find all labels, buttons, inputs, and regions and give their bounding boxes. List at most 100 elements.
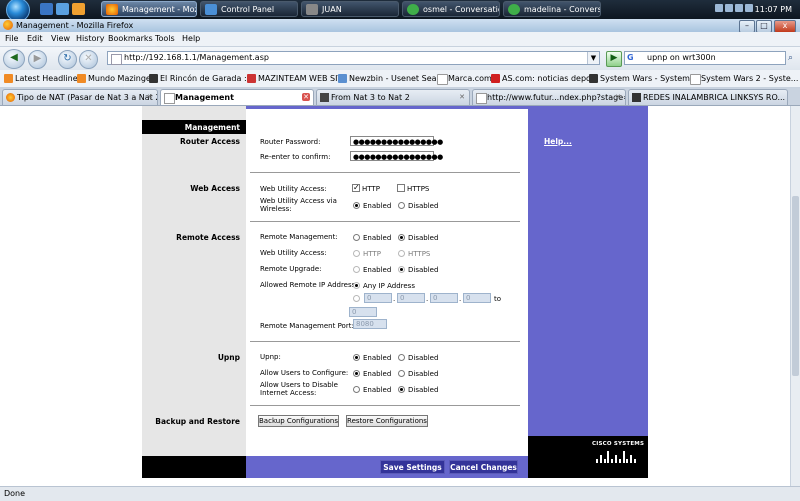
taskbar-button-control-panel[interactable]: Control Panel: [200, 1, 298, 17]
backup-configurations-button[interactable]: Backup Configurations: [258, 415, 339, 427]
remote-port-field[interactable]: 8080: [353, 319, 387, 329]
tab-redes-inalambrica[interactable]: REDES INALAMBRICA LINKSYS RO...: [628, 89, 788, 105]
to-label: to: [494, 295, 502, 303]
https-checkbox[interactable]: [397, 184, 405, 192]
bookmark-as[interactable]: AS.com: noticias depo...: [490, 70, 600, 87]
switch-windows-icon[interactable]: [56, 3, 69, 15]
page-content: Management Help... Router Access Router …: [0, 106, 790, 486]
taskbar-button-osmel[interactable]: osmel - Conversation: [402, 1, 500, 17]
firefox-icon: [6, 93, 15, 102]
tab-futur[interactable]: http://www.futur...ndex.php?stage=1 ✕: [472, 89, 626, 105]
taskbar-button-juan[interactable]: JUAN: [301, 1, 399, 17]
messenger-tray-icon[interactable]: [735, 4, 743, 12]
site-icon: [690, 74, 701, 85]
remote-management-disabled-radio[interactable]: [398, 234, 405, 241]
tab-label: REDES INALAMBRICA LINKSYS RO...: [643, 93, 786, 102]
messenger-icon: [407, 4, 419, 15]
bookmark-system-wars-2[interactable]: System Wars 2 - Syste...: [689, 70, 800, 87]
menu-tools[interactable]: Tools: [155, 32, 175, 46]
search-go-icon[interactable]: ⌕: [788, 53, 793, 63]
save-settings-button[interactable]: Save Settings: [380, 460, 445, 474]
divider: [250, 341, 520, 342]
update-icon[interactable]: [745, 4, 753, 12]
taskbar-button-madelina[interactable]: madelina - Convers...: [503, 1, 601, 17]
forward-icon[interactable]: ▶: [28, 50, 47, 69]
menu-edit[interactable]: Edit: [27, 32, 43, 46]
configure-enabled-radio[interactable]: [353, 370, 360, 377]
https-label: HTTPS: [408, 250, 431, 258]
any-ip-radio[interactable]: [353, 282, 360, 289]
bookmark-system-wars[interactable]: System Wars - System...: [588, 70, 698, 87]
tab-from-nat-3[interactable]: From Nat 3 to Nat 2 ✕: [316, 89, 470, 105]
menu-help[interactable]: Help: [182, 32, 200, 46]
menu-view[interactable]: View: [51, 32, 70, 46]
stop-icon[interactable]: ✕: [79, 50, 98, 69]
router-password-field[interactable]: ●●●●●●●●●●●●●●●●: [350, 136, 443, 146]
system-tray: [715, 4, 759, 15]
menu-bookmarks[interactable]: Bookmarks: [108, 32, 153, 46]
disable-internet-enabled-radio[interactable]: [353, 386, 360, 393]
enabled-label: Enabled: [363, 386, 392, 394]
site-icon: [320, 93, 329, 102]
ip-start-octet-3[interactable]: 0: [430, 293, 458, 303]
remote-https-radio[interactable]: [398, 250, 405, 257]
restore-configurations-button[interactable]: Restore Configurations: [346, 415, 428, 427]
reload-icon[interactable]: ↻: [58, 50, 77, 69]
logo-text: CISCO SYSTEMS: [592, 441, 645, 447]
configure-disabled-radio[interactable]: [398, 370, 405, 377]
network-icon[interactable]: [715, 4, 723, 12]
ip-start-octet-2[interactable]: 0: [397, 293, 425, 303]
tab-label: Tipo de NAT (Pasar de Nat 3 a Nat 2): [17, 93, 158, 102]
scrollbar-thumb[interactable]: [792, 196, 799, 376]
disable-internet-disabled-radio[interactable]: [398, 386, 405, 393]
bookmark-mazinteam[interactable]: MAZINTEAM WEB SITE: [246, 70, 346, 87]
remote-upgrade-disabled-radio[interactable]: [398, 266, 405, 273]
taskbar-button-firefox[interactable]: Management - Moz...: [101, 1, 197, 17]
clock[interactable]: 11:07 PM: [755, 0, 792, 19]
reenter-password-field[interactable]: ●●●●●●●●●●●●●●●●: [350, 151, 443, 161]
google-search-engine-icon[interactable]: G: [627, 53, 637, 63]
go-icon[interactable]: ▶: [606, 51, 622, 67]
page-header-label: Management: [184, 123, 240, 132]
url-bar[interactable]: http://192.168.1.1/Management.asp ▼: [107, 51, 600, 65]
ip-start-octet-1[interactable]: 0: [364, 293, 392, 303]
volume-icon[interactable]: [725, 4, 733, 12]
url-dropdown-icon[interactable]: ▼: [587, 52, 599, 64]
search-input[interactable]: G upnp on wrt300n: [624, 51, 786, 65]
remote-upgrade-enabled-radio[interactable]: [353, 266, 360, 273]
cisco-systems-logo: CISCO SYSTEMS: [592, 441, 645, 471]
bookmark-label: System Wars 2 - Syste...: [701, 74, 799, 83]
bookmark-label: Newzbin - Usenet Sear...: [349, 74, 447, 83]
upnp-enabled-radio[interactable]: [353, 354, 360, 361]
bookmark-mundo-mazinger[interactable]: Mundo Mazinger: [76, 70, 159, 87]
bookmark-newzbin[interactable]: Newzbin - Usenet Sear...: [337, 70, 447, 87]
cancel-changes-button[interactable]: Cancel Changes: [449, 460, 518, 474]
remote-http-radio[interactable]: [353, 250, 360, 257]
tab-close-icon[interactable]: ✕: [458, 93, 466, 101]
http-checkbox[interactable]: ✓: [352, 184, 360, 192]
back-icon[interactable]: ◀: [3, 49, 25, 69]
remote-management-enabled-radio[interactable]: [353, 234, 360, 241]
tab-close-icon[interactable]: ✕: [302, 93, 310, 101]
menu-history[interactable]: History: [76, 32, 104, 46]
page-scrollbar[interactable]: [790, 106, 800, 486]
divider: [250, 221, 520, 222]
tab-tipo-de-nat[interactable]: Tipo de NAT (Pasar de Nat 3 a Nat 2) ✕: [2, 89, 158, 105]
help-link[interactable]: Help...: [544, 137, 572, 146]
taskbar: Management - Moz... Control Panel JUAN o…: [0, 0, 800, 22]
tab-management[interactable]: Management ✕: [160, 89, 314, 105]
ip-range-radio[interactable]: [353, 295, 360, 302]
site-icon: [338, 74, 347, 83]
footer-left-bar: [142, 456, 246, 478]
ip-end-octet[interactable]: 0: [349, 307, 377, 317]
wireless-enabled-radio[interactable]: [353, 202, 360, 209]
ip-start-octet-4[interactable]: 0: [463, 293, 491, 303]
menu-file[interactable]: File: [5, 32, 18, 46]
show-desktop-icon[interactable]: [40, 3, 53, 15]
upnp-disabled-radio[interactable]: [398, 354, 405, 361]
tab-close-icon[interactable]: ✕: [146, 93, 154, 101]
wireless-disabled-radio[interactable]: [398, 202, 405, 209]
firefox-quicklaunch-icon[interactable]: [72, 3, 85, 15]
tab-close-icon[interactable]: ✕: [614, 93, 622, 101]
bookmark-el-rincon[interactable]: El Rincón de Garada ::...: [148, 70, 258, 87]
